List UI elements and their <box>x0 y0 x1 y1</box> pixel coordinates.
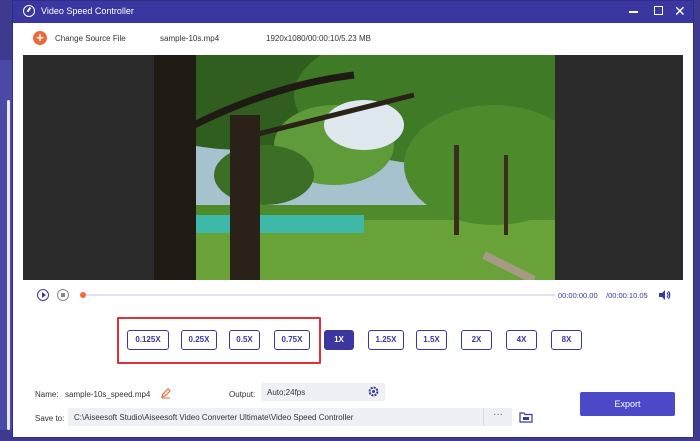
maximize-icon[interactable] <box>654 6 663 15</box>
park-scene-image <box>154 55 555 280</box>
total-time: /00:00:10.05 <box>606 291 648 300</box>
save-path-value: C:\Aiseesoft Studio\Aiseesoft Video Conv… <box>74 413 354 422</box>
progress-track[interactable] <box>83 294 555 296</box>
edit-icon[interactable] <box>160 387 172 399</box>
current-time: 00:00:00.00 <box>558 291 598 300</box>
video-frame <box>154 55 555 280</box>
video-preview <box>23 55 683 280</box>
speed-05x-button[interactable]: 0.5X <box>229 330 260 350</box>
source-file-name: sample-10s.mp4 <box>160 34 220 43</box>
play-icon[interactable] <box>37 289 49 301</box>
source-file-info: 1920x1080/00:00:10/5.23 MB <box>266 34 371 43</box>
gear-icon[interactable] <box>367 385 380 398</box>
speed-1x-button[interactable]: 1X <box>324 330 354 350</box>
output-name-value: sample-10s_speed.mp4 <box>65 390 151 399</box>
stop-icon[interactable] <box>57 289 69 301</box>
speed-0125x-button[interactable]: 0.125X <box>127 330 169 350</box>
speed-2x-button[interactable]: 2X <box>461 330 492 350</box>
backdrop-stripe <box>7 100 10 430</box>
minimize-icon[interactable] <box>629 11 638 13</box>
source-bar: + Change Source File sample-10s.mp4 1920… <box>23 28 683 50</box>
speedometer-icon <box>23 5 35 17</box>
output-settings: Name: sample-10s_speed.mp4 Output: Auto;… <box>23 379 693 435</box>
speed-8x-button[interactable]: 8X <box>551 330 582 350</box>
open-folder-icon[interactable] <box>519 411 533 423</box>
change-source-button[interactable]: Change Source File <box>55 34 126 43</box>
save-to-label: Save to: <box>35 414 65 423</box>
speed-options: 0.125X 0.25X 0.5X 0.75X 1X 1.25X 1.5X 2X… <box>13 317 693 365</box>
progress-handle[interactable] <box>80 292 86 298</box>
app-window: Video Speed Controller ✕ + Change Source… <box>12 0 694 438</box>
speed-15x-button[interactable]: 1.5X <box>416 330 447 350</box>
window-title: Video Speed Controller <box>41 6 134 16</box>
speed-125x-button[interactable]: 1.25X <box>368 330 404 350</box>
speed-4x-button[interactable]: 4X <box>506 330 537 350</box>
name-label: Name: <box>35 390 59 399</box>
volume-icon[interactable] <box>657 288 671 302</box>
browse-button[interactable]: ··· <box>483 408 512 426</box>
output-format-field[interactable]: Auto;24fps <box>261 383 385 401</box>
add-icon[interactable]: + <box>33 31 47 45</box>
title-bar: Video Speed Controller ✕ <box>13 1 693 23</box>
playback-controls: 00:00:00.00 /00:00:10.05 <box>23 283 683 309</box>
close-icon[interactable]: ✕ <box>674 2 686 20</box>
save-path-field[interactable]: C:\Aiseesoft Studio\Aiseesoft Video Conv… <box>68 408 483 426</box>
output-label: Output: <box>229 390 256 399</box>
speed-075x-button[interactable]: 0.75X <box>274 330 310 350</box>
output-format-value: Auto;24fps <box>267 388 306 397</box>
export-button[interactable]: Export <box>580 392 675 416</box>
speed-025x-button[interactable]: 0.25X <box>181 330 217 350</box>
